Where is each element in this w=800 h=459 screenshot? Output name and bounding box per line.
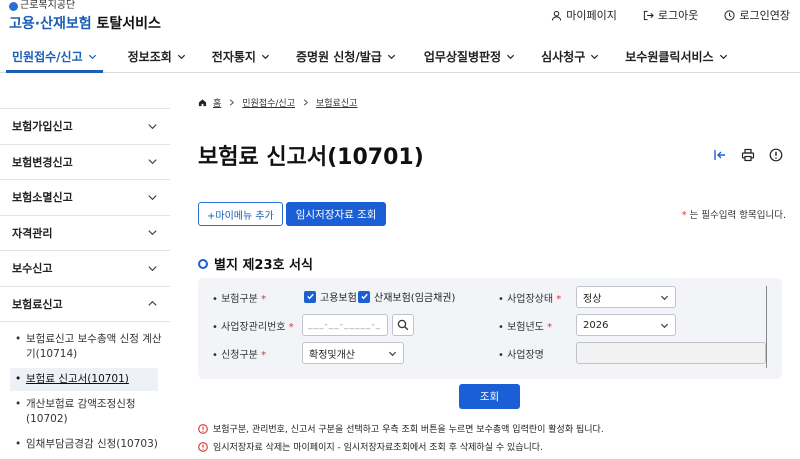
sidebar-item-join[interactable]: 보험가입신고 [0,108,170,144]
add-mymenu-button[interactable]: +마이메뉴 추가 [198,202,283,226]
chevron-down-icon [507,54,515,59]
gnb-item-disease[interactable]: 업무상질병판정 [415,40,524,72]
chevron-down-icon [719,54,727,59]
insurance-type-label: • 보험구분 * [212,294,267,305]
breadcrumb-home[interactable]: 홈 [213,96,221,109]
apply-type-select[interactable]: 확정및개산 [302,342,404,364]
chevron-right-icon [230,99,235,106]
query-button[interactable]: 조회 [459,384,520,409]
breadcrumb-level2[interactable]: 보험료신고 [316,96,357,109]
chevron-down-icon [388,351,397,356]
sidebar-item-premium[interactable]: 보험료신고 [0,285,170,322]
logout-link[interactable]: 로그아웃 [643,7,698,23]
top-header: 근로복지공단 고용·산재보험 토탈서비스 마이페이지 로그아웃 로그인연장 [0,0,800,40]
biz-name-input[interactable] [576,342,766,364]
notice-item: 임시저장자료 삭제는 마이페이지 - 임시저장자료조회에서 조회 후 삭제하실 … [198,440,604,453]
checkbox-checked-icon [304,290,316,303]
chevron-down-icon [148,124,157,129]
chevron-down-icon [591,54,599,59]
sidebar-item-wage[interactable]: 보수신고 [0,250,170,286]
breadcrumb: 홈 민원접수/신고 보험료신고 [198,96,786,109]
chevron-down-icon [148,159,157,165]
sidebar-item-qualification[interactable]: 자격관리 [0,214,170,251]
biz-status-label: • 사업장상태 * [498,294,562,305]
chevron-down-icon [387,54,395,59]
service-name-blue: 고용·산재보험 [9,16,92,32]
search-form: • 보험구분 * 고용보험 산재보험(임금채권) • 사업장상태 * 정상 • … [198,278,782,379]
chevron-down-icon [660,295,669,300]
mypage-link[interactable]: 마이페이지 [551,7,617,23]
chevron-right-icon [303,99,309,106]
gnb-item-certificate[interactable]: 증명원 신청/발급 [287,40,405,72]
org-name: 근로복지공단 [20,0,76,11]
comwel-logo-icon [9,1,18,11]
notice-list: 보험구분, 관리번호, 신고서 구분을 선택하고 우측 조회 버튼을 누르면 보… [198,422,604,458]
chevron-down-icon [660,323,669,328]
utility-links: 마이페이지 로그아웃 로그인연장 [551,7,790,23]
form-scroll-divider [766,286,767,368]
chevron-down-icon [177,54,185,59]
industrial-checkbox[interactable]: 산재보험(임금채권) [358,289,455,304]
clock-icon [724,9,735,21]
main-navigation: 민원접수/신고 정보조회 전자통지 증명원 신청/발급 업무상질병판정 심사청구… [0,40,800,73]
sidebar-sub-premium-report[interactable]: 보험료 신고서(10701) [10,368,158,391]
section-title: 별지 제23호 서식 [198,254,313,273]
search-icon [397,319,409,331]
chevron-down-icon [261,54,270,59]
site-logo[interactable]: 근로복지공단 고용·산재보험 토탈서비스 [9,0,161,33]
sidebar-sub-reduction[interactable]: 개산보험료 감액조정신청(10702) [10,393,170,431]
biz-no-input[interactable]: ___-__-_____-_ [302,314,388,336]
gnb-item-review[interactable]: 심사청구 [532,40,608,72]
employment-checkbox[interactable]: 고용보험 [304,289,357,304]
gnb-item-info[interactable]: 정보조회 [119,40,195,72]
bullet-ring-icon [198,258,208,269]
home-icon [198,99,207,107]
chevron-up-icon [148,301,157,306]
main-content: 홈 민원접수/신고 보험료신고 보험료 신고서(10701) +마이메뉴 추가 … [198,96,786,453]
sidebar: 보험가입신고 보험변경신고 보험소멸신고 자격관리 보수신고 보험료신고 보험료… [0,108,170,456]
print-icon[interactable] [741,148,755,162]
page-title: 보험료 신고서(10701) [198,145,424,170]
notice-item: 보험구분, 관리번호, 신고서 구분을 선택하고 우측 조회 버튼을 누르면 보… [198,422,604,435]
page-tools [713,148,783,162]
chevron-down-icon [148,230,157,236]
service-name-dark: 토탈서비스 [96,16,161,32]
temp-saved-query-button[interactable]: 임시저장자료 조회 [285,202,387,226]
alert-icon [198,441,208,452]
info-icon[interactable] [769,148,783,162]
logout-icon [643,10,654,20]
chevron-down-icon [148,266,157,271]
sidebar-sub-calculator[interactable]: 보험료신고 보수총액 신정 계산기(10714) [10,328,170,366]
sidebar-sub-burden[interactable]: 임채부담금경감 신청(10703) [10,433,170,456]
gnb-item-notice[interactable]: 전자통지 [203,40,279,72]
biz-no-label: • 사업장관리번호 * [212,322,294,333]
sidebar-item-change[interactable]: 보험변경신고 [0,143,170,180]
gnb-item-civil[interactable]: 민원접수/신고 [0,40,109,73]
chevron-down-icon [148,195,157,200]
required-note: * 는 필수입력 항목입니다. [681,210,786,221]
ins-year-select[interactable]: 2026 [576,314,676,336]
gnb-item-oneclick[interactable]: 보수원클릭서비스 [616,40,736,72]
biz-name-label: • 사업장명 [498,350,544,361]
biz-no-search-button[interactable] [392,314,414,336]
chevron-down-icon [88,54,96,59]
biz-status-select[interactable]: 정상 [576,286,676,308]
ins-year-label: • 보험년도 * [498,322,553,333]
checkbox-checked-icon [358,290,370,303]
sidebar-item-terminate[interactable]: 보험소멸신고 [0,179,170,215]
apply-type-label: • 신청구분 * [212,350,267,361]
sidebar-submenu: 보험료신고 보수총액 신정 계산기(10714) 보험료 신고서(10701) … [0,321,170,456]
user-icon [552,10,562,21]
login-extend-link[interactable]: 로그인연장 [724,7,790,23]
collapse-left-icon[interactable] [713,148,727,162]
breadcrumb-level1[interactable]: 민원접수/신고 [242,96,295,109]
alert-icon [198,423,208,434]
